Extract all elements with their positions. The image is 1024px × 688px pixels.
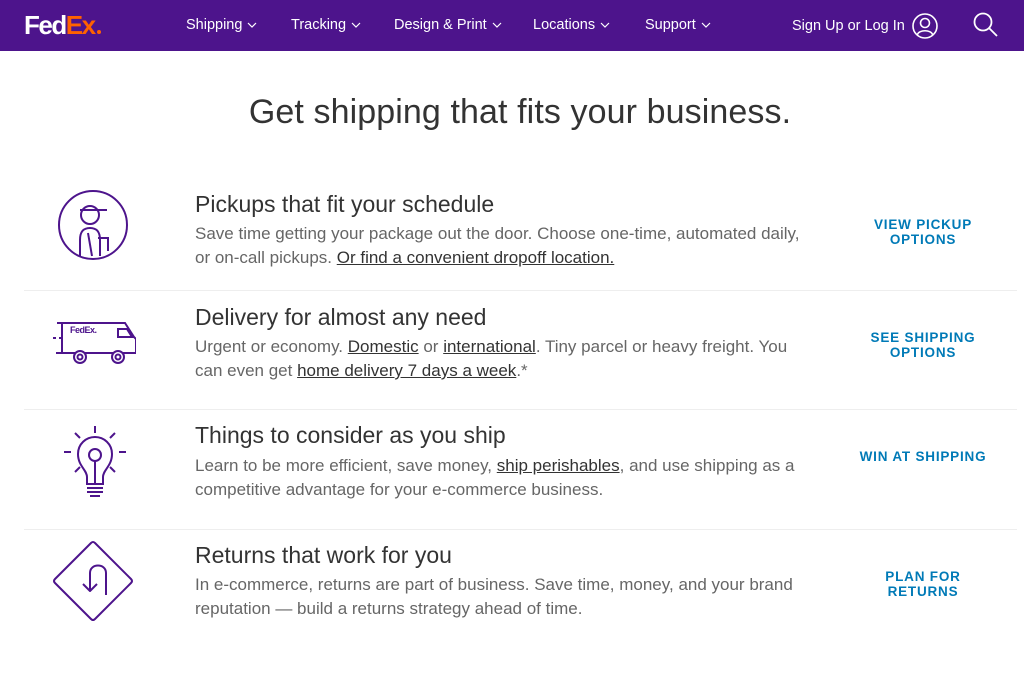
nav-item-shipping[interactable]: Shipping: [186, 15, 257, 35]
logo-fed: Fed: [24, 10, 67, 40]
chevron-down-icon: [351, 22, 361, 28]
nav-item-label: Support: [645, 17, 696, 33]
logo-dot: [96, 30, 101, 34]
feature-description: Learn to be more efficient, save money, …: [195, 454, 815, 502]
view-pickup-options-link[interactable]: View Pickup Options: [854, 217, 992, 247]
nav-item-tracking[interactable]: Tracking: [291, 15, 361, 35]
ship-perishables-link[interactable]: ship perishables: [497, 456, 620, 475]
top-nav-bar: FedEx Shipping Tracking Design & Print L…: [0, 0, 1024, 51]
sign-in-button[interactable]: Sign Up or Log In: [792, 12, 939, 40]
chevron-down-icon: [248, 22, 257, 28]
feature-row-pickups: Pickups that fit your schedule Save time…: [24, 170, 1017, 291]
search-icon[interactable]: [971, 11, 999, 39]
nav-item-label: Tracking: [291, 17, 347, 33]
dropoff-location-link[interactable]: Or find a convenient dropoff location.: [337, 248, 615, 267]
feature-description: Save time getting your package out the d…: [195, 222, 815, 270]
feature-description: Urgent or economy. Domestic or internati…: [195, 335, 815, 383]
feature-row-returns: Returns that work for you In e-commerce,…: [24, 530, 1017, 650]
nav-item-support[interactable]: Support: [645, 15, 711, 35]
feature-title: Pickups that fit your schedule: [195, 191, 495, 217]
nav-item-locations[interactable]: Locations: [533, 15, 610, 35]
chevron-down-icon: [701, 22, 711, 28]
feature-description: In e-commerce, returns are part of busin…: [195, 575, 793, 618]
nav-item-label: Shipping: [186, 17, 243, 33]
chevron-down-icon: [492, 22, 502, 28]
feature-title: Delivery for almost any need: [195, 304, 487, 330]
logo-ex: Ex: [65, 10, 96, 40]
nav-item-label: Locations: [533, 17, 596, 33]
delivery-truck-icon: FedEx.: [53, 322, 136, 364]
home-delivery-link[interactable]: home delivery 7 days a week: [297, 361, 516, 380]
feature-row-considerations: Things to consider as you ship Learn to …: [24, 410, 1017, 530]
fedex-logo[interactable]: FedEx: [24, 10, 101, 40]
feature-row-delivery: FedEx. Delivery for almost any need Urge…: [24, 291, 1017, 410]
u-turn-sign-icon: [53, 541, 133, 621]
courier-person-icon: [58, 190, 128, 260]
desc-text: Urgent or economy.: [195, 337, 348, 356]
desc-text: Learn to be more efficient, save money,: [195, 456, 497, 475]
feature-title: Returns that work for you: [195, 542, 452, 568]
nav-item-design-print[interactable]: Design & Print: [394, 15, 502, 35]
lightbulb-icon: [64, 426, 126, 497]
nav-item-label: Design & Print: [394, 17, 487, 33]
see-shipping-options-link[interactable]: See Shipping Options: [854, 330, 992, 360]
plan-for-returns-link[interactable]: Plan for Returns: [854, 569, 992, 599]
chevron-down-icon: [600, 22, 610, 28]
international-link[interactable]: international: [443, 337, 536, 356]
desc-text: or: [418, 337, 444, 356]
user-circle-icon: [912, 13, 938, 39]
domestic-link[interactable]: Domestic: [348, 337, 419, 356]
page-headline: Get shipping that fits your business.: [248, 93, 792, 131]
win-at-shipping-link[interactable]: Win at Shipping: [854, 449, 992, 464]
desc-text: .*: [516, 361, 528, 380]
sign-in-label: Sign Up or Log In: [792, 18, 905, 34]
feature-title: Things to consider as you ship: [195, 422, 506, 448]
svg-text:FedEx.: FedEx.: [70, 325, 97, 335]
